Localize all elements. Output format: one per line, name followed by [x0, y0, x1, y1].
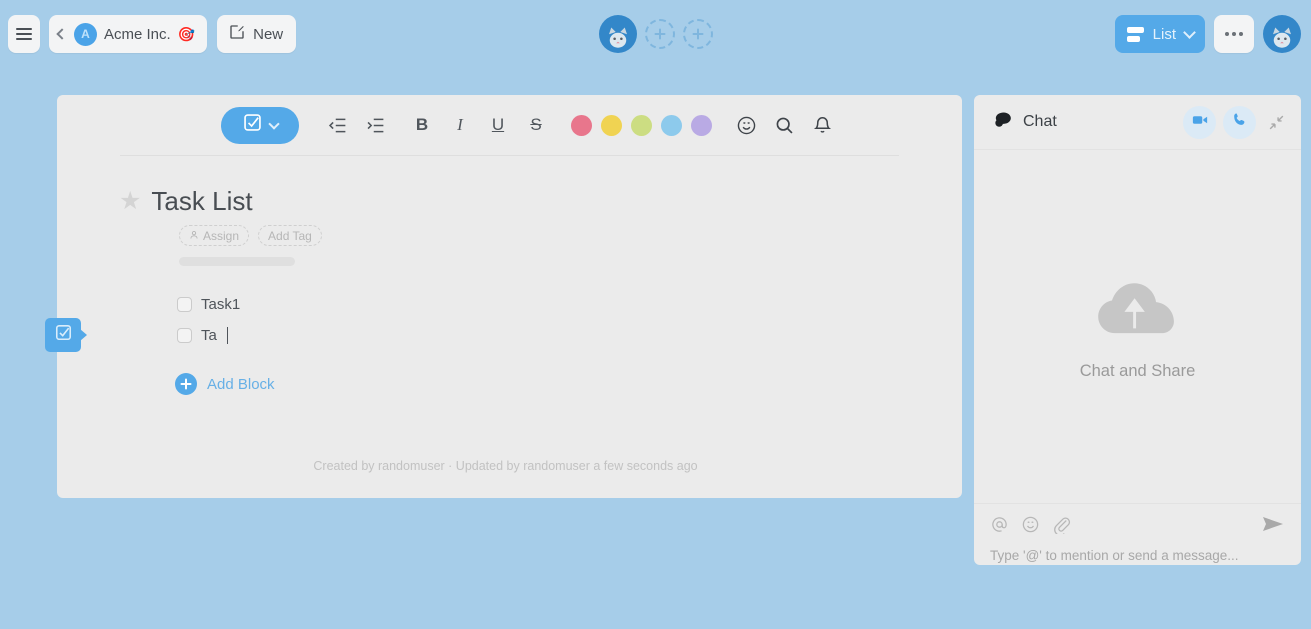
color-swatch-lime[interactable]: [626, 114, 656, 136]
add-member-slot-2[interactable]: [682, 19, 713, 49]
chevron-down-icon: [1183, 25, 1196, 39]
add-tag-button[interactable]: Add Tag: [258, 225, 322, 246]
ellipsis-icon: [1225, 32, 1229, 36]
emoji-icon[interactable]: [727, 106, 765, 144]
list-view-icon: [1126, 26, 1144, 42]
cloud-upload-icon: [1089, 273, 1187, 344]
star-icon[interactable]: ★: [119, 189, 141, 214]
chat-header-actions: [1183, 105, 1287, 139]
paperclip-icon[interactable]: [1052, 515, 1071, 539]
cat-avatar-icon[interactable]: [598, 15, 637, 53]
bell-icon[interactable]: [803, 106, 841, 144]
task-row[interactable]: Ta: [177, 320, 962, 351]
workspace-name: Acme Inc.: [104, 25, 171, 43]
add-member-slot-1[interactable]: [644, 19, 675, 49]
description-placeholder: [179, 257, 295, 266]
assign-button[interactable]: Assign: [179, 225, 250, 246]
color-swatch-red[interactable]: [566, 114, 596, 136]
underline-button[interactable]: U: [479, 106, 517, 144]
workspace-avatar: A: [74, 22, 97, 46]
add-tag-label: Add Tag: [268, 228, 312, 243]
chat-message-input[interactable]: Type '@' to mention or send a message...: [990, 548, 1285, 563]
voice-call-button[interactable]: [1223, 105, 1256, 139]
document-card: B I U S ★ Task List Assign Add Tag Task1…: [57, 95, 962, 498]
task-label[interactable]: Ta: [201, 327, 217, 344]
plus-circle-icon: [175, 373, 197, 395]
block-type-selector[interactable]: [221, 106, 299, 144]
hamburger-menu-button[interactable]: [8, 15, 40, 53]
assign-label: Assign: [203, 228, 240, 243]
indent-icon[interactable]: [356, 106, 394, 144]
person-icon: [189, 229, 199, 243]
search-icon[interactable]: [765, 106, 803, 144]
document-body: ★ Task List Assign Add Tag Task1 Ta Add …: [57, 155, 962, 395]
chevron-down-icon: [268, 117, 280, 130]
task-type-tab[interactable]: [45, 318, 87, 352]
emoji-icon[interactable]: [1021, 515, 1040, 539]
chat-panel-header: Chat: [974, 95, 1301, 150]
italic-button[interactable]: I: [441, 106, 479, 144]
compose-icon: [228, 23, 246, 46]
text-caret: [226, 327, 228, 344]
color-swatch-yellow[interactable]: [596, 114, 626, 136]
chat-panel: Chat Chat and Share Type '@' to mention …: [974, 95, 1301, 565]
page-title[interactable]: Task List: [151, 186, 252, 217]
task-row[interactable]: Task1: [177, 289, 962, 320]
chat-empty-label: Chat and Share: [1079, 361, 1196, 380]
checkbox-checked-icon: [54, 323, 73, 347]
new-button-label: New: [253, 25, 284, 43]
editor-toolbar: B I U S: [57, 95, 962, 155]
outdent-icon[interactable]: [318, 106, 356, 144]
target-emoji-icon: 🎯: [177, 25, 196, 42]
color-swatch-purple[interactable]: [686, 114, 716, 136]
chat-empty-state: Chat and Share: [974, 150, 1301, 503]
phone-icon: [1231, 111, 1248, 133]
send-icon[interactable]: [1261, 514, 1285, 539]
more-options-button[interactable]: [1214, 15, 1254, 53]
hamburger-icon: [16, 25, 32, 43]
at-sign-icon[interactable]: [990, 515, 1009, 539]
bold-button[interactable]: B: [403, 106, 441, 144]
workspace-breadcrumb[interactable]: A Acme Inc. 🎯: [49, 15, 208, 53]
chevron-left-icon[interactable]: [56, 28, 68, 40]
task-list: Task1 Ta: [57, 266, 962, 351]
document-footer-meta: Created by randomuser · Updated by rando…: [313, 459, 698, 473]
view-switcher-button[interactable]: List: [1114, 15, 1205, 53]
top-bar-right-cluster: List: [1114, 0, 1301, 68]
document-meta-row: Assign Add Tag: [57, 217, 962, 246]
document-title-row: ★ Task List: [57, 156, 962, 217]
strikethrough-button[interactable]: S: [517, 106, 555, 144]
chat-composer[interactable]: Type '@' to mention or send a message...: [974, 503, 1301, 564]
chat-panel-title: Chat: [1023, 113, 1057, 130]
new-button[interactable]: New: [217, 15, 297, 53]
add-block-button[interactable]: Add Block: [57, 351, 962, 395]
color-swatch-blue[interactable]: [656, 114, 686, 136]
chat-bubble-icon: [992, 110, 1013, 135]
collapse-arrows-icon[interactable]: [1265, 111, 1287, 133]
checkbox-checked-icon: [242, 112, 263, 138]
video-call-button[interactable]: [1183, 105, 1216, 139]
user-avatar[interactable]: [1263, 15, 1301, 53]
task-label[interactable]: Task1: [201, 296, 240, 313]
task-checkbox[interactable]: [177, 328, 192, 343]
add-block-label: Add Block: [207, 375, 275, 393]
task-checkbox[interactable]: [177, 297, 192, 312]
view-switcher-label: List: [1152, 25, 1176, 43]
composer-toolbar: [990, 514, 1285, 539]
video-camera-icon: [1191, 111, 1209, 134]
